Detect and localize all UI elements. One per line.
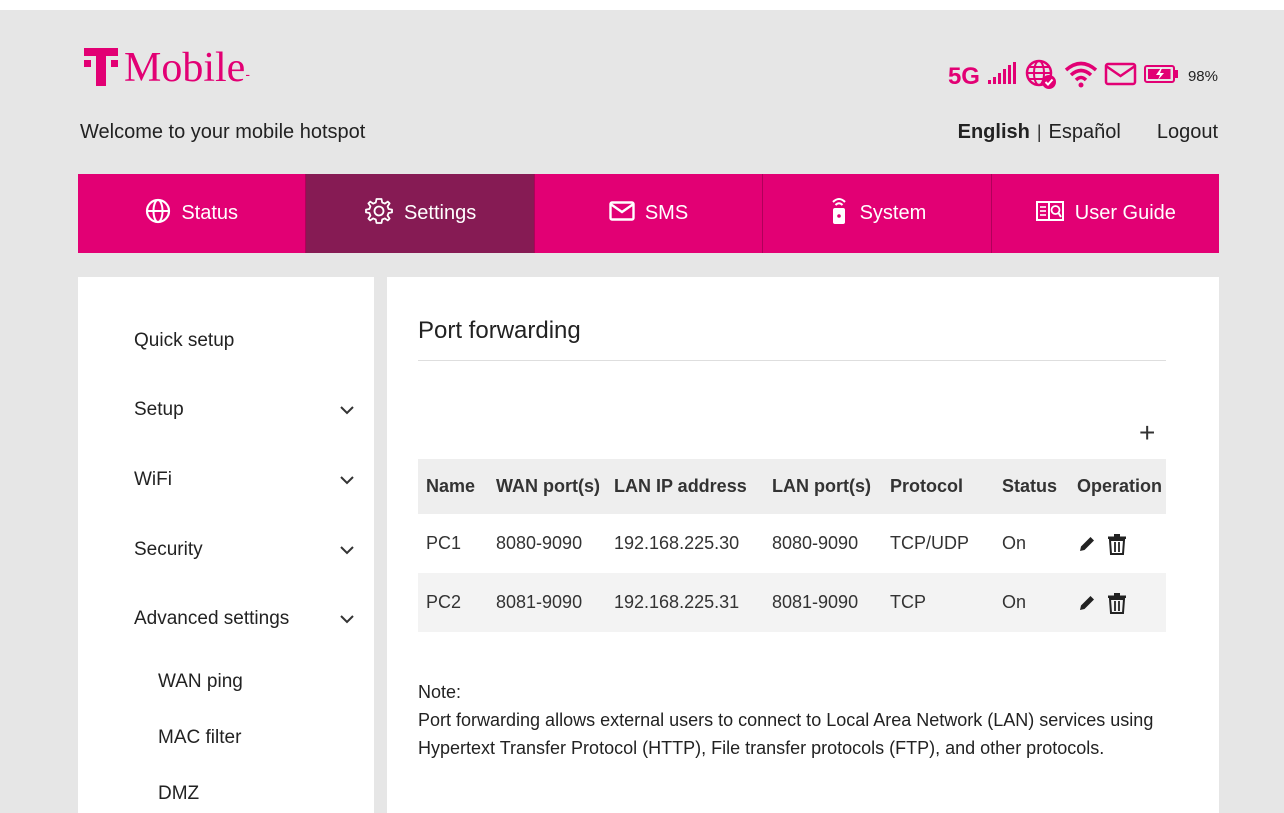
- nav-settings-label: Settings: [403, 202, 477, 224]
- cell-name: PC2: [418, 573, 488, 632]
- sidebar-item-setup[interactable]: Setup: [134, 399, 354, 421]
- sidebar-item-label: Security: [134, 539, 203, 560]
- chevron-down-icon: [340, 539, 354, 561]
- welcome-text: Welcome to your mobile hotspot: [80, 121, 366, 143]
- battery-charging-icon: [1143, 64, 1180, 89]
- cell-status: On: [994, 573, 1069, 632]
- cell-wan-ports: 8080-9090: [488, 514, 606, 573]
- port-forwarding-table: Name WAN port(s) LAN IP address LAN port…: [418, 459, 1166, 632]
- column-header: Protocol: [882, 459, 994, 514]
- t-mobile-logo: Mobile -: [84, 42, 250, 100]
- lang-spanish-link[interactable]: Español: [1049, 121, 1121, 144]
- pencil-icon[interactable]: [1077, 593, 1097, 613]
- column-header: Name: [418, 459, 488, 514]
- sidebar-item-advanced-settings[interactable]: Advanced settings: [134, 608, 354, 630]
- cell-operation: [1069, 573, 1166, 632]
- pencil-icon[interactable]: [1077, 534, 1097, 554]
- cell-status: On: [994, 514, 1069, 573]
- note-text: Port forwarding allows external users to…: [418, 710, 1154, 758]
- settings-sidebar: Quick setup Setup WiFi Security Advanced…: [78, 277, 374, 813]
- wifi-icon: [1064, 60, 1098, 93]
- logo-wordmark: Mobile: [124, 45, 246, 91]
- cell-wan-ports: 8081-9090: [488, 573, 606, 632]
- nav-settings[interactable]: Settings: [306, 174, 535, 253]
- signal-bars-icon: [987, 62, 1018, 91]
- table-row: PC2 8081-9090 192.168.225.31 8081-9090 T…: [418, 573, 1166, 632]
- sidebar-item-label: Quick setup: [134, 330, 235, 351]
- table-header-row: Name WAN port(s) LAN IP address LAN port…: [418, 459, 1166, 514]
- nav-user-guide[interactable]: User Guide: [992, 174, 1219, 253]
- nav-sms[interactable]: SMS: [535, 174, 764, 253]
- cell-lan-ip: 192.168.225.31: [606, 573, 764, 632]
- column-header: Operation: [1069, 459, 1166, 514]
- cell-protocol: TCP: [882, 573, 994, 632]
- chevron-down-icon: [340, 399, 354, 421]
- port-forwarding-panel: Port forwarding + Name WAN port(s) LAN I…: [387, 277, 1219, 813]
- sidebar-subitem-wan-ping[interactable]: WAN ping: [158, 671, 243, 693]
- globe-icon: [145, 198, 171, 230]
- status-bar: 5G 98%: [948, 58, 1218, 95]
- nav-sms-label: SMS: [644, 202, 689, 224]
- cell-protocol: TCP/UDP: [882, 514, 994, 573]
- sidebar-subitem-mac-filter[interactable]: MAC filter: [158, 727, 241, 749]
- lang-english-link[interactable]: English: [958, 121, 1030, 144]
- t-logo-icon: [84, 48, 118, 88]
- cell-operation: [1069, 514, 1166, 573]
- globe-connected-icon: [1024, 58, 1058, 95]
- title-divider: [418, 360, 1166, 361]
- chevron-down-icon: [340, 608, 354, 630]
- book-search-icon: [1035, 199, 1065, 229]
- router-icon: [828, 196, 850, 232]
- language-bar: English | Español Logout: [958, 121, 1218, 144]
- table-row: PC1 8080-9090 192.168.225.30 8080-9090 T…: [418, 514, 1166, 573]
- cell-name: PC1: [418, 514, 488, 573]
- note-title: Note:: [418, 682, 462, 702]
- sidebar-item-quick-setup[interactable]: Quick setup: [134, 330, 354, 352]
- sidebar-item-wifi[interactable]: WiFi: [134, 469, 354, 491]
- column-header: LAN port(s): [764, 459, 882, 514]
- top-edge: [0, 0, 1284, 10]
- lang-separator: |: [1036, 122, 1042, 142]
- sidebar-item-label: WiFi: [134, 469, 172, 490]
- nav-status-label: Status: [181, 202, 239, 224]
- main-nav: Status Settings SMS System User Guide: [78, 174, 1219, 253]
- cell-lan-ip: 192.168.225.30: [606, 514, 764, 573]
- nav-system-label: System: [859, 202, 927, 224]
- trash-icon[interactable]: [1107, 592, 1127, 614]
- cell-lan-ports: 8081-9090: [764, 573, 882, 632]
- sidebar-item-security[interactable]: Security: [134, 539, 354, 561]
- column-header: Status: [994, 459, 1069, 514]
- column-header: LAN IP address: [606, 459, 764, 514]
- trash-icon[interactable]: [1107, 533, 1127, 555]
- battery-percent: 98%: [1187, 68, 1218, 85]
- logout-link[interactable]: Logout: [1157, 121, 1218, 144]
- sidebar-item-label: Advanced settings: [134, 608, 290, 629]
- envelope-icon: [609, 200, 635, 227]
- note-block: Note: Port forwarding allows external us…: [418, 678, 1178, 762]
- add-rule-button[interactable]: +: [1139, 419, 1155, 447]
- nav-status[interactable]: Status: [78, 174, 307, 253]
- gear-icon: [364, 196, 394, 232]
- nav-system[interactable]: System: [763, 174, 992, 253]
- sidebar-subitem-dmz[interactable]: DMZ: [158, 783, 199, 805]
- column-header: WAN port(s): [488, 459, 606, 514]
- nav-user-guide-label: User Guide: [1074, 202, 1176, 224]
- sidebar-item-label: Setup: [134, 399, 184, 420]
- envelope-icon: [1104, 61, 1138, 92]
- chevron-down-icon: [340, 469, 354, 491]
- network-type: 5G: [947, 62, 980, 90]
- page-title: Port forwarding: [418, 317, 581, 344]
- cell-lan-ports: 8080-9090: [764, 514, 882, 573]
